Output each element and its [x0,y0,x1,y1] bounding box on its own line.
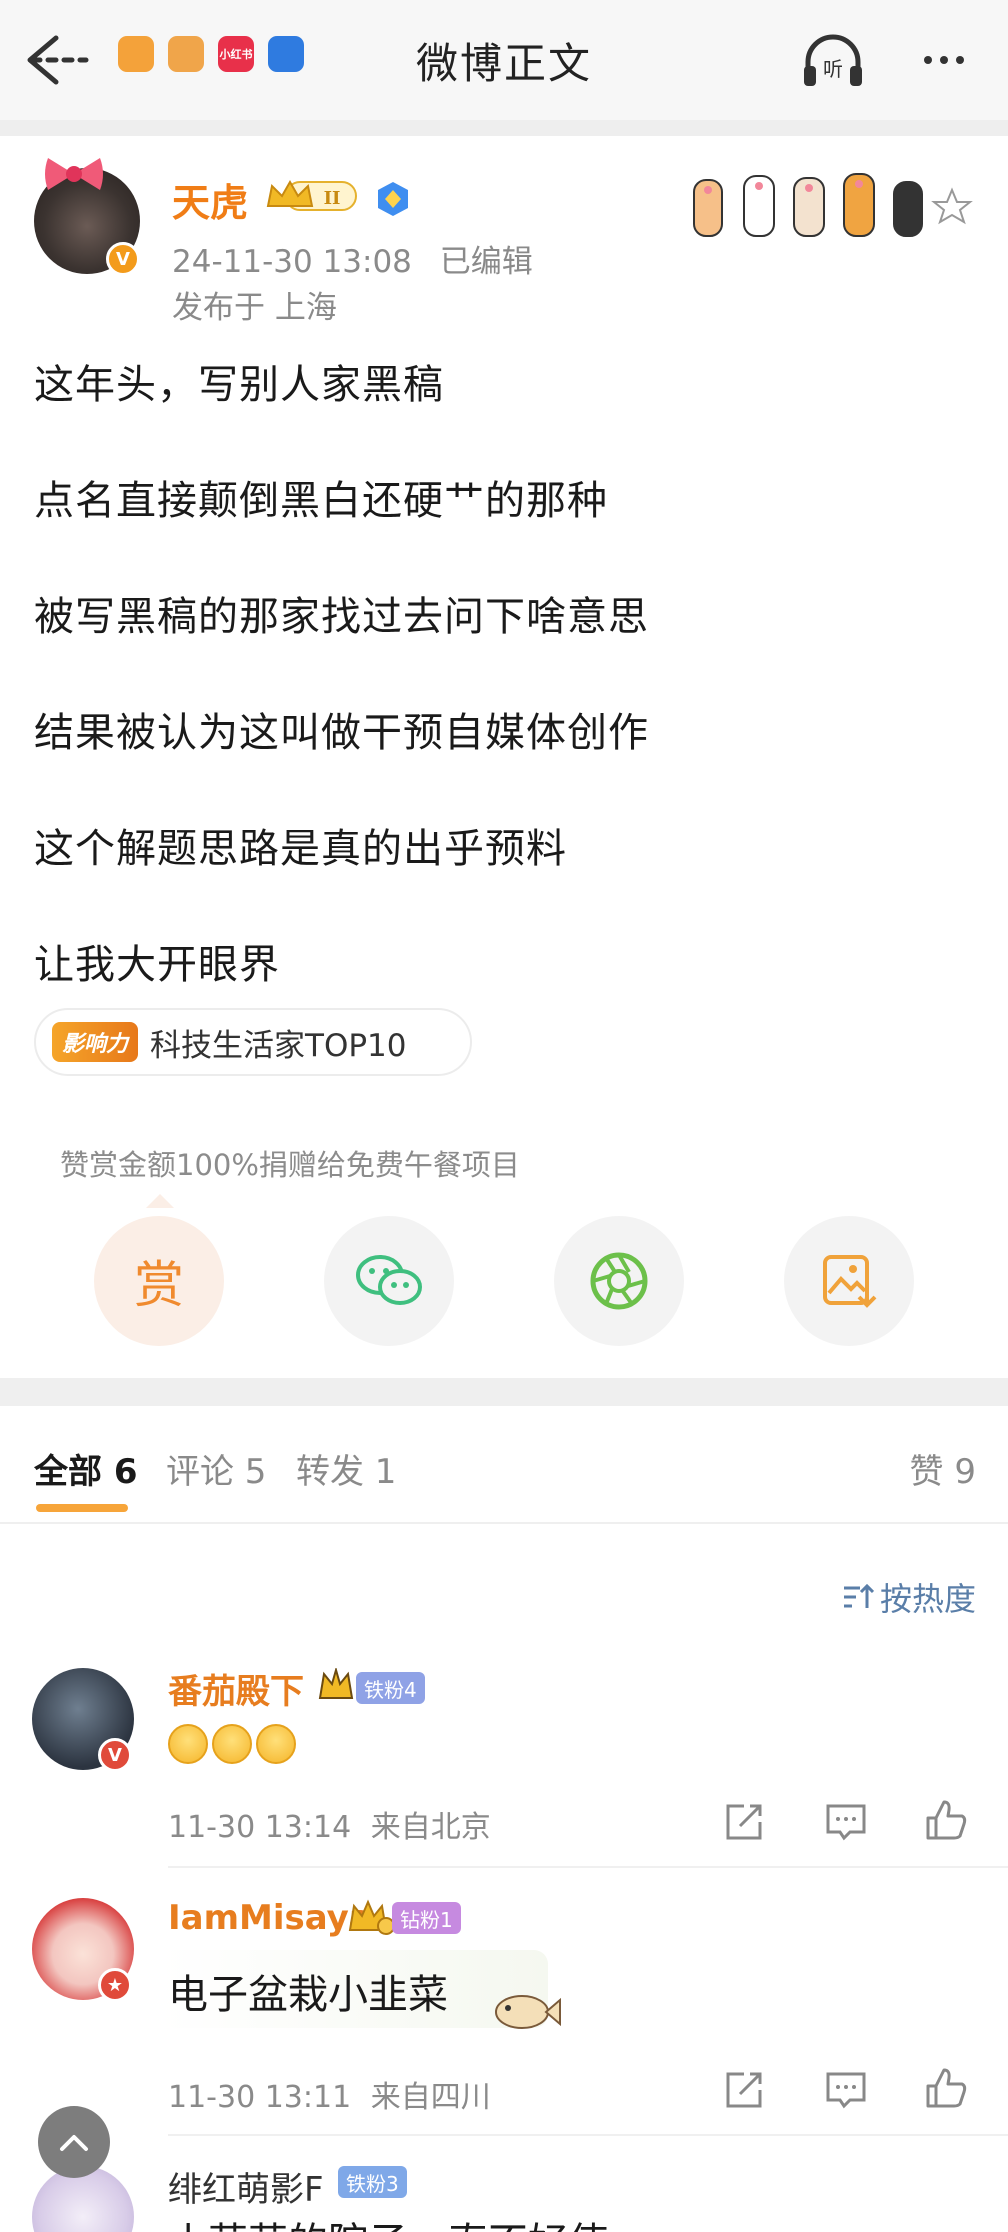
post-location: 发布于 上海 [172,290,337,326]
influence-text: 科技生活家TOP10 [150,1027,407,1064]
verified-v-badge-icon: V [106,242,140,276]
more-dot [956,56,964,64]
post-timestamp: 24-11-30 13:08 [172,244,412,280]
tip-arrow [146,1194,174,1208]
verified-star-badge-icon: ★ [98,1968,132,2002]
bow-decoration-icon [45,158,103,190]
author-avatar[interactable]: V [34,158,140,276]
section-divider [0,1378,1008,1406]
comment-divider [168,2134,1008,2136]
comment-meta: 11-30 13:14 来自北京 [168,1802,491,1846]
repost-icon[interactable] [722,1800,766,1844]
author-name[interactable]: 天虎 [172,172,248,227]
influence-badge: 影响力 [52,1022,139,1062]
post-text-line: 这个解题思路是真的出乎预料 [34,826,567,872]
sort-icon [843,1583,874,1608]
wechat-icon [356,1255,422,1305]
like-thumb-icon[interactable] [924,1798,968,1842]
share-wechat-button[interactable] [324,1216,454,1346]
comment-location: 来自北京 [370,1810,491,1845]
chevron-up-icon [60,2135,88,2151]
laugh-cry-emoji-icon [256,1724,296,1764]
influence-tag[interactable]: 影响力 科技生活家TOP10 [34,1008,472,1076]
comment-author[interactable]: IamMisaya [168,1898,372,1938]
tab-likes[interactable]: 赞 9 [910,1444,976,1493]
diamond-crown-icon [348,1899,394,1935]
comment-emoji-row [168,1724,300,1768]
crown-level-badge-icon: II [266,179,357,211]
comment-divider [168,1866,1008,1868]
laugh-cry-emoji-icon [212,1724,252,1764]
post-text-line: 被写黑稿的那家找过去问下啥意思 [34,594,649,640]
cat-paws-decoration-icon [693,173,973,237]
reward-label: 赏 [134,1256,184,1314]
top-divider [0,120,1008,136]
post-text-line: 让我大开眼界 [34,942,280,988]
crown-level: II [324,188,341,209]
comment-avatar[interactable]: ★ [32,1898,134,2002]
post-text-line: 结果被认为这叫做干预自媒体创作 [34,710,649,756]
save-image-button[interactable] [784,1216,914,1346]
comment-text: 电子盆栽小韭菜 [168,1972,448,2018]
tab-reposts[interactable]: 转发 1 [296,1444,396,1493]
listen-label: 听 [823,57,843,81]
comment-location: 来自四川 [370,2080,491,2115]
comment-time: 11-30 13:11 [168,2080,352,2115]
top-nav-bar: 小红书 微博正文 听 [0,0,1008,120]
sort-button[interactable]: 按热度 [842,1574,976,1620]
like-thumb-icon[interactable] [924,2066,968,2110]
post-meta: 24-11-30 13:08 已编辑 [172,236,533,281]
reward-button[interactable]: 赏 [94,1216,224,1346]
comment-text: 小蒜蒜的院子一直不好使 [168,2210,608,2232]
tab-all[interactable]: 全部 6 [34,1444,138,1493]
fan-level-badge: 铁粉4 [356,1672,425,1704]
verified-v-badge-icon: V [98,1738,132,1772]
post-text-line: 这年头，写别人家黑稿 [34,362,444,408]
comment-reply-icon[interactable] [824,2068,868,2112]
repost-icon[interactable] [722,2068,766,2112]
share-moments-button[interactable] [554,1216,684,1346]
comment-author[interactable]: 番茄殿下 [168,1664,304,1713]
listen-headphone-icon[interactable]: 听 [800,28,866,92]
more-options-button[interactable] [914,40,974,80]
fish-sticker-icon [495,1995,561,2029]
moments-shutter-icon [590,1252,648,1310]
donate-note: 赞赏金额100%捐赠给免费午餐项目 [60,1148,520,1182]
crown-icon [318,1668,354,1699]
tab-comments[interactable]: 评论 5 [166,1444,266,1493]
edited-label: 已编辑 [439,244,533,280]
comment-avatar[interactable]: V [32,1668,134,1772]
fan-level-badge: 钻粉1 [392,1902,461,1934]
blue-verified-icon [378,182,408,216]
comment-time: 11-30 13:14 [168,1810,352,1845]
tab-active-indicator [36,1504,128,1512]
more-dot [940,56,948,64]
more-dot [924,56,932,64]
comment-reply-icon[interactable] [824,1800,868,1844]
save-image-icon [823,1255,877,1308]
sort-label: 按热度 [879,1580,976,1618]
tabs-divider [0,1522,1008,1524]
scroll-to-top-button[interactable] [38,2106,110,2178]
comment-meta: 11-30 13:11 来自四川 [168,2072,491,2116]
laugh-cry-emoji-icon [168,1724,208,1764]
fan-level-badge: 铁粉3 [338,2166,407,2198]
post-text-line: 点名直接颠倒黑白还硬艹的那种 [34,478,608,524]
comment-author[interactable]: 绯红萌影F [168,2162,324,2211]
